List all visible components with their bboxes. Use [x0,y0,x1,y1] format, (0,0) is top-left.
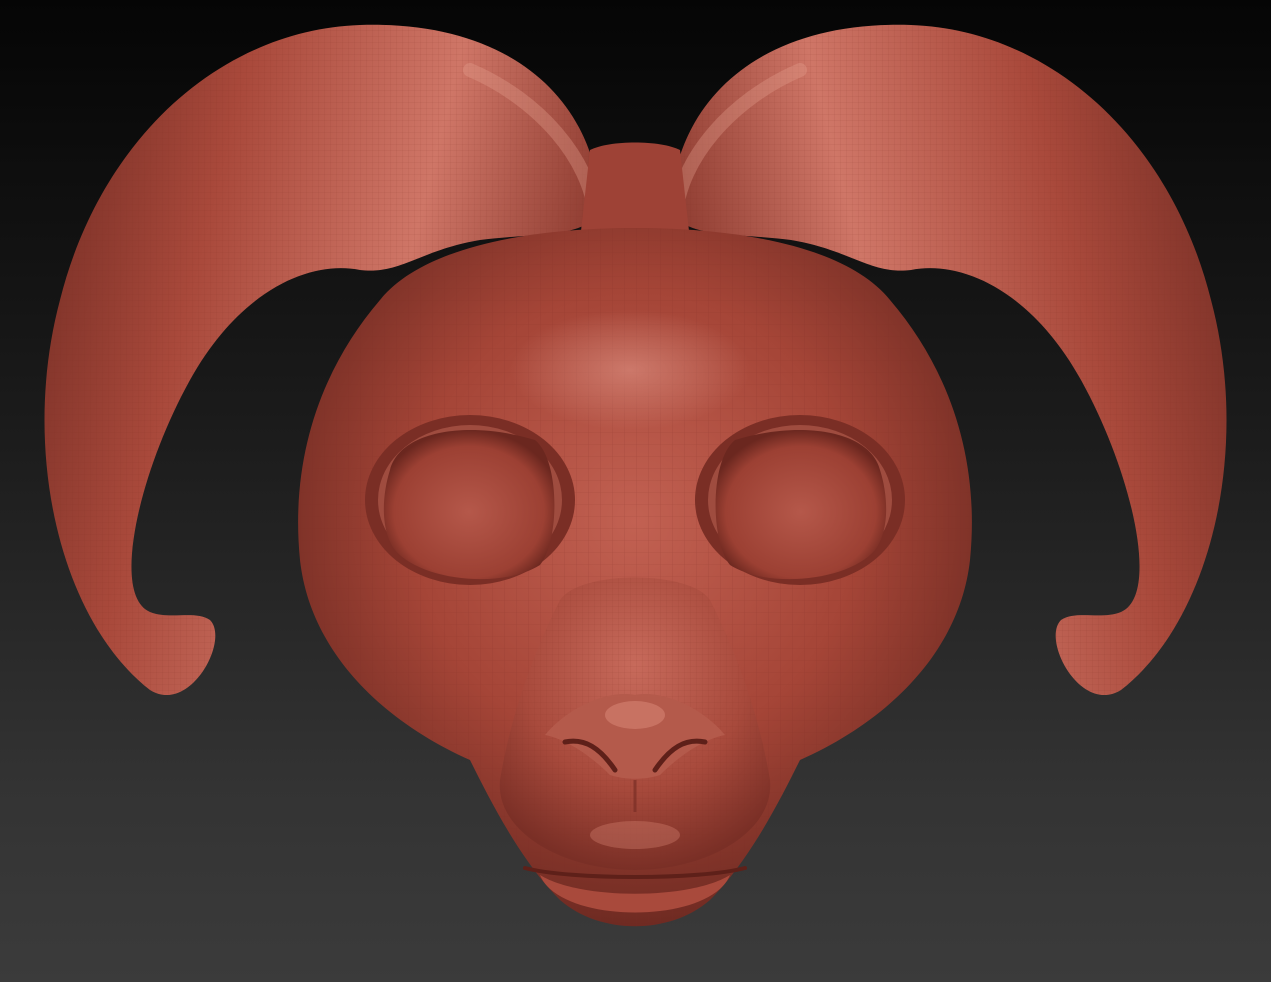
left-eye-socket [365,415,575,585]
right-eye-socket [695,415,905,585]
ram-head-model [44,24,1227,927]
head-crown [580,142,690,240]
sculpt-viewport[interactable] [0,0,1271,982]
